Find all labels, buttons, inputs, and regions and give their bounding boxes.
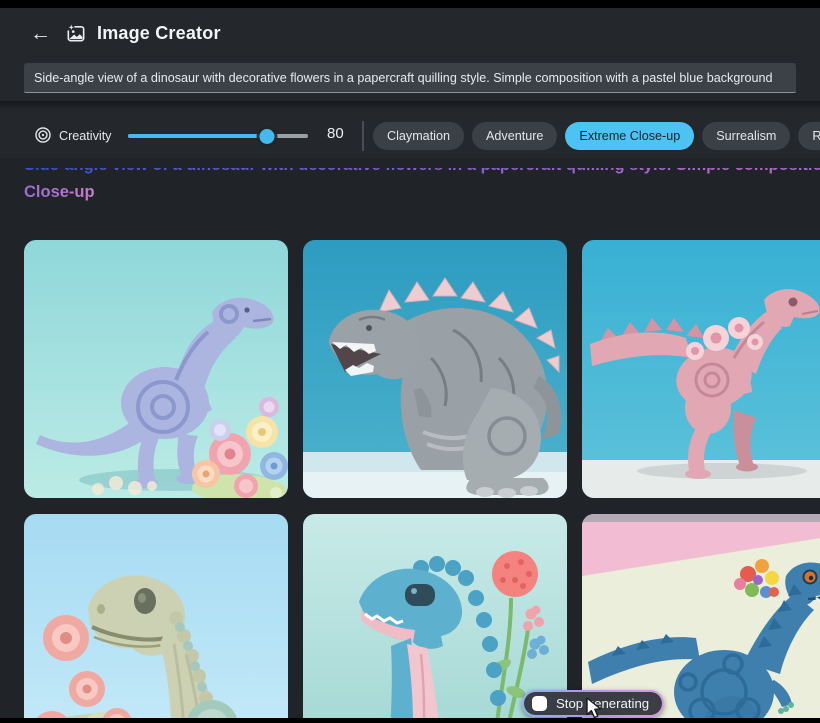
top-letterbox-bar	[0, 0, 820, 8]
results-panel: Side-angle view of a dinosaur with decor…	[0, 158, 820, 723]
bullseye-icon	[34, 126, 52, 149]
toolbar-divider	[362, 121, 364, 151]
slider-fill	[128, 134, 267, 138]
page-title: Image Creator	[97, 23, 221, 44]
stop-generating-label: Stop generating	[556, 696, 649, 711]
prompt-echo-line1: Side-angle view of a dinosaur with decor…	[24, 168, 820, 179]
style-chip-row: Claymation Adventure Extreme Close-up Su…	[373, 122, 820, 150]
prompt-input[interactable]	[24, 63, 796, 93]
generated-image-4[interactable]	[24, 514, 288, 723]
header: ← Image Creator	[0, 8, 820, 58]
style-chip-extreme-close-up[interactable]: Extreme Close-up	[565, 122, 694, 150]
generated-image-1[interactable]	[24, 240, 288, 498]
stop-square-icon	[532, 696, 547, 711]
prompt-echo-line2: Close-up	[24, 179, 95, 206]
generated-image-1-illustration	[24, 240, 288, 498]
generated-image-3-illustration	[582, 240, 820, 498]
image-creator-screen: ← Image Creator Creativit	[0, 0, 820, 723]
generated-image-2-illustration	[303, 240, 567, 498]
input-shadow-divider	[0, 101, 820, 110]
image-sparkle-icon	[64, 22, 87, 45]
creativity-value: 80	[327, 125, 344, 142]
stop-generating-button[interactable]: Stop generating	[522, 690, 664, 717]
creativity-label: Creativity	[59, 129, 111, 143]
prompt-echo: Side-angle view of a dinosaur with decor…	[24, 168, 820, 210]
toolbar: Creativity 80 Claymation Adventure Extre…	[0, 112, 820, 160]
style-chip-claymation[interactable]: Claymation	[373, 122, 464, 150]
back-button[interactable]: ←	[30, 23, 51, 44]
style-chip-surrealism[interactable]: Surrealism	[702, 122, 790, 150]
style-chip-renaissance[interactable]: Renaissance	[798, 122, 820, 150]
generated-image-3[interactable]	[582, 240, 820, 498]
style-chip-adventure[interactable]: Adventure	[472, 122, 557, 150]
bottom-letterbox-bar	[0, 718, 820, 723]
generated-image-2[interactable]	[303, 240, 567, 498]
top-section: ← Image Creator Creativit	[0, 8, 820, 160]
slider-thumb[interactable]	[259, 129, 274, 144]
generated-image-4-illustration	[24, 514, 288, 723]
creativity-slider[interactable]	[128, 120, 308, 152]
